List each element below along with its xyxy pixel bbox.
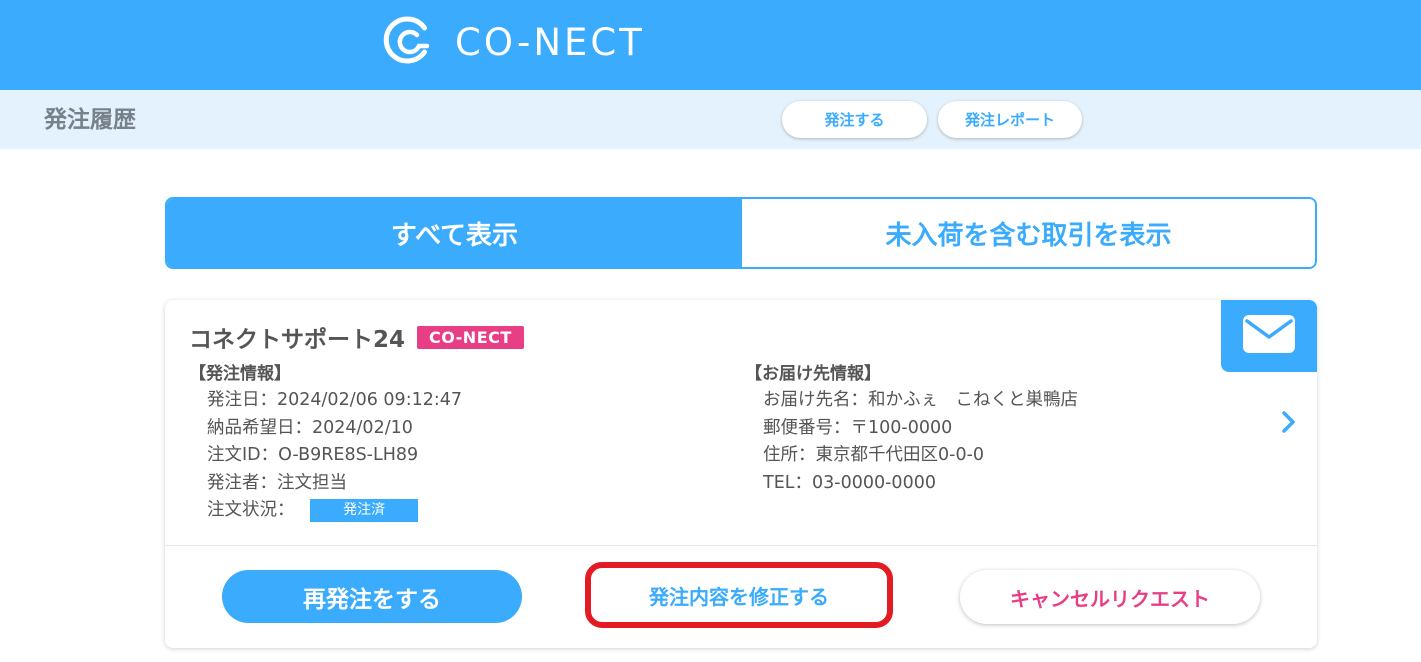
supplier-name: コネクトサポート24 <box>189 327 406 353</box>
highlight-annotation <box>585 562 893 628</box>
supplier-tag: CO-NECT <box>417 325 524 349</box>
status-badge: 発注済 <box>310 498 419 522</box>
brand-logo[interactable]: CO-NECT <box>383 15 645 69</box>
filter-tabs: すべて表示 未入荷を含む取引を表示 <box>165 197 1317 269</box>
conect-logo-icon <box>383 15 433 69</box>
supplier-header: コネクトサポート24 CO-NECT <box>189 320 524 354</box>
chevron-right-icon[interactable] <box>1276 407 1300 437</box>
top-header-bar: CO-NECT <box>0 0 1421 90</box>
postal-code: 郵便番号：〒100-0000 <box>763 417 953 438</box>
phone-number: TEL：03-0000-0000 <box>763 472 936 493</box>
order-status-label: 注文状況： <box>207 500 295 520</box>
page-title: 発注履歴 <box>44 107 136 133</box>
orderer: 発注者：注文担当 <box>207 472 347 493</box>
order-info-section: 【発注情報】 発注日：2024/02/06 09:12:47 納品希望日：202… <box>189 361 462 525</box>
place-order-button[interactable]: 発注する <box>782 101 927 138</box>
reorder-button[interactable]: 再発注をする <box>222 570 522 623</box>
brand-name: CO-NECT <box>455 20 645 64</box>
tab-show-unreceived[interactable]: 未入荷を含む取引を表示 <box>742 199 1315 267</box>
order-info-heading: 【発注情報】 <box>189 364 291 384</box>
recipient-name: お届け先名：和かふぇ こねくと巣鴨店 <box>763 390 1078 410</box>
order-date: 発注日：2024/02/06 09:12:47 <box>207 390 463 410</box>
delivery-info-section: 【お届け先情報】 お届け先名：和かふぇ こねくと巣鴨店 郵便番号：〒100-00… <box>745 361 1078 497</box>
message-button[interactable] <box>1221 300 1317 372</box>
envelope-icon <box>1243 315 1295 357</box>
address: 住所：東京都千代田区0-0-0 <box>763 445 985 465</box>
delivery-info-heading: 【お届け先情報】 <box>745 364 881 384</box>
tab-show-all[interactable]: すべて表示 <box>167 199 742 267</box>
order-id: 注文ID：O-B9RE8S-LH89 <box>207 445 419 465</box>
desired-delivery-date: 納品希望日：2024/02/10 <box>207 417 413 438</box>
cancel-request-button[interactable]: キャンセルリクエスト <box>960 570 1260 624</box>
subheader-bar <box>0 90 1421 149</box>
order-card: コネクトサポート24 CO-NECT 【発注情報】 発注日：2024/02/06… <box>165 300 1317 648</box>
order-status-row: 注文状況： 発注済 <box>189 497 462 525</box>
card-divider <box>165 545 1317 546</box>
order-report-button[interactable]: 発注レポート <box>938 101 1082 138</box>
